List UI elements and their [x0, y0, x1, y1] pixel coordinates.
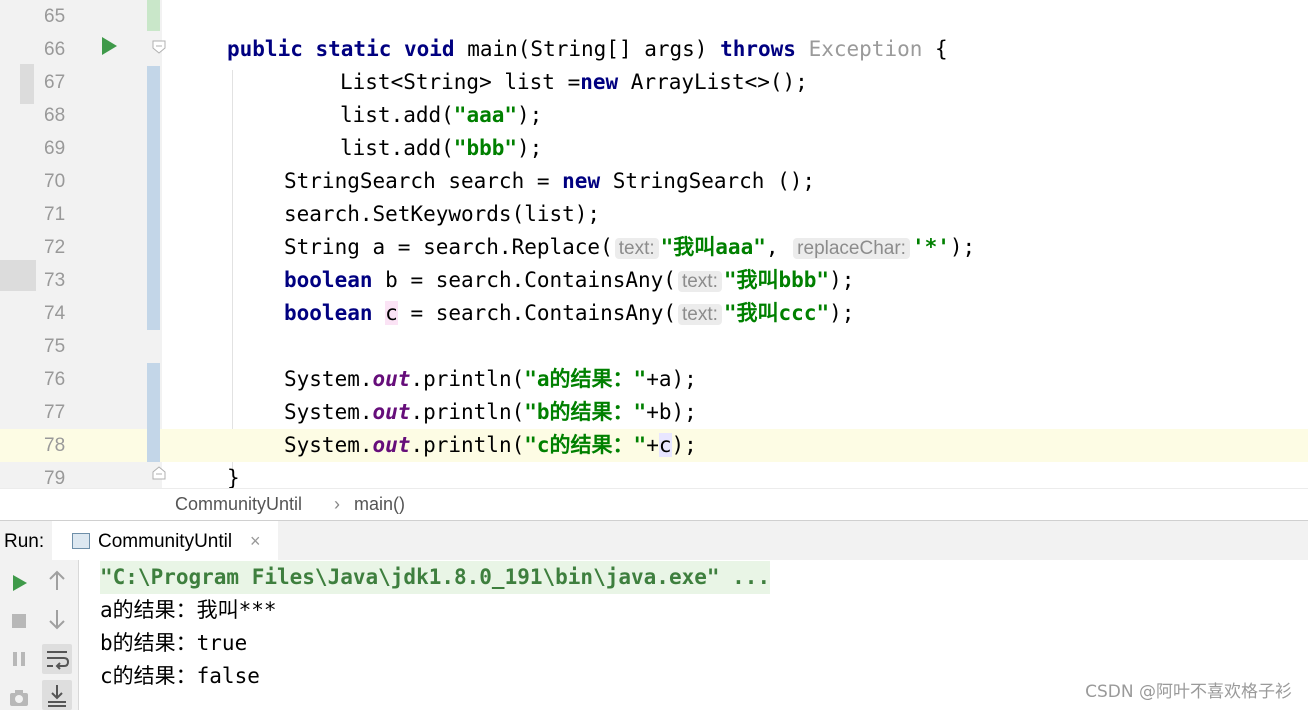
code-text: System.out.println("a的结果："+a); — [284, 367, 697, 391]
fold-end-icon[interactable] — [152, 466, 166, 480]
line-number: 69 — [44, 138, 66, 159]
code-text: public static void main(String[] args) t… — [227, 37, 948, 61]
console-command-line: "C:\Program Files\Java\jdk1.8.0_191\bin\… — [100, 561, 771, 594]
vcs-change-marker[interactable] — [147, 396, 160, 429]
vcs-change-marker[interactable] — [147, 231, 160, 264]
breadcrumb-class[interactable]: CommunityUntil — [175, 494, 302, 515]
vcs-change-marker[interactable] — [147, 99, 160, 132]
line-number: 75 — [44, 336, 66, 357]
arrow-down-icon[interactable] — [42, 604, 72, 634]
parameter-hint: text: — [677, 271, 722, 292]
line-number: 65 — [44, 6, 66, 27]
code-text: list.add("aaa"); — [340, 103, 543, 127]
console-icon — [72, 533, 90, 549]
vcs-change-marker[interactable] — [147, 132, 160, 165]
line-number: 66 — [44, 39, 66, 60]
run-tab[interactable]: CommunityUntil × — [52, 521, 278, 563]
play-icon[interactable] — [6, 570, 32, 596]
soft-wrap-icon[interactable] — [42, 644, 72, 674]
console-output-line: c的结果：false — [100, 664, 260, 688]
caret-position: c — [658, 433, 672, 457]
console-output-line: a的结果：我叫*** — [100, 598, 277, 622]
line-number: 67 — [44, 72, 66, 93]
scroll-to-end-icon[interactable] — [42, 680, 72, 710]
arrow-up-icon[interactable] — [42, 566, 72, 596]
code-line[interactable]: 72 String a = search.Replace(text: "我叫aaa… — [0, 231, 1308, 264]
code-line[interactable]: 75 — [0, 330, 1308, 363]
vcs-change-marker[interactable] — [147, 165, 160, 198]
line-number: 71 — [44, 204, 66, 225]
code-line[interactable]: 68 list.add("aaa"); — [0, 99, 1308, 132]
code-text: StringSearch search = new StringSearch (… — [284, 169, 816, 193]
line-number: 68 — [44, 105, 66, 126]
parameter-hint: replaceChar: — [793, 238, 910, 259]
vcs-change-marker[interactable] — [147, 297, 160, 330]
line-number: 74 — [44, 303, 66, 324]
vcs-change-marker[interactable] — [147, 0, 160, 31]
line-number: 73 — [44, 270, 66, 291]
fold-icon[interactable] — [152, 40, 166, 54]
code-line[interactable]: 74 boolean c = search.ContainsAny(text: "… — [0, 297, 1308, 330]
camera-icon[interactable] — [6, 684, 32, 710]
vcs-change-marker[interactable] — [147, 66, 160, 99]
code-text: } — [227, 466, 240, 488]
code-editor[interactable]: 65 66 public static void main(String[] a… — [0, 0, 1308, 488]
run-label: Run: — [4, 531, 45, 552]
parameter-hint: text: — [677, 304, 722, 325]
run-tab-label: CommunityUntil — [98, 531, 233, 552]
close-tab-icon[interactable]: × — [250, 531, 261, 552]
line-number: 78 — [44, 435, 66, 456]
parameter-hint: text: — [614, 238, 659, 259]
code-line[interactable]: 77 System.out.println("b的结果："+b); — [0, 396, 1308, 429]
line-number: 77 — [44, 402, 66, 423]
current-code-line[interactable]: 78 System.out.println("c的结果："+c); — [0, 429, 1308, 462]
code-line[interactable]: 66 public static void main(String[] args… — [0, 33, 1308, 66]
code-text: String a = search.Replace(text: "我叫aaa", … — [284, 235, 976, 259]
code-text: System.out.println("c的结果："+c); — [284, 433, 697, 457]
code-line[interactable]: 69 list.add("bbb"); — [0, 132, 1308, 165]
code-line[interactable]: 71 search.SetKeywords(list); — [0, 198, 1308, 231]
breadcrumb-separator: › — [334, 494, 340, 514]
code-line[interactable]: 70 StringSearch search = new StringSearc… — [0, 165, 1308, 198]
line-number: 70 — [44, 171, 66, 192]
code-text: System.out.println("b的结果："+b); — [284, 400, 697, 424]
code-line[interactable]: 65 — [0, 0, 1308, 33]
line-number: 76 — [44, 369, 66, 390]
console-output-line: b的结果：true — [100, 631, 248, 655]
run-toolbar — [0, 560, 38, 710]
vcs-change-marker[interactable] — [147, 363, 160, 396]
run-tool-window-header: Run: CommunityUntil × — [0, 520, 1308, 563]
line-number: 79 — [44, 468, 66, 488]
line-number: 72 — [44, 237, 66, 258]
run-gutter-play-icon[interactable] — [100, 36, 118, 56]
code-text: List<String> list =new ArrayList<>(); — [340, 70, 808, 94]
stop-icon[interactable] — [6, 608, 32, 634]
vcs-change-marker[interactable] — [147, 198, 160, 231]
code-text: list.add("bbb"); — [340, 136, 543, 160]
vcs-change-marker[interactable] — [147, 429, 160, 462]
breadcrumb-method[interactable]: main() — [354, 494, 405, 515]
code-line[interactable]: 76 System.out.println("a的结果："+a); — [0, 363, 1308, 396]
code-text: boolean b = search.ContainsAny(text: "我叫b… — [284, 268, 855, 292]
code-text: boolean c = search.ContainsAny(text: "我叫c… — [284, 301, 855, 325]
code-line[interactable]: 73 boolean b = search.ContainsAny(text: "… — [0, 264, 1308, 297]
console-toolbar — [38, 560, 79, 710]
code-line[interactable]: 67 List<String> list =new ArrayList<>(); — [0, 66, 1308, 99]
vcs-change-marker[interactable] — [147, 264, 160, 297]
code-text: search.SetKeywords(list); — [284, 202, 601, 226]
watermark: CSDN @阿叶不喜欢格子衫 — [1085, 682, 1292, 702]
breadcrumb: CommunityUntil › main() — [0, 488, 1308, 521]
pause-icon[interactable] — [6, 646, 32, 672]
code-line[interactable]: 79 } — [0, 462, 1308, 488]
